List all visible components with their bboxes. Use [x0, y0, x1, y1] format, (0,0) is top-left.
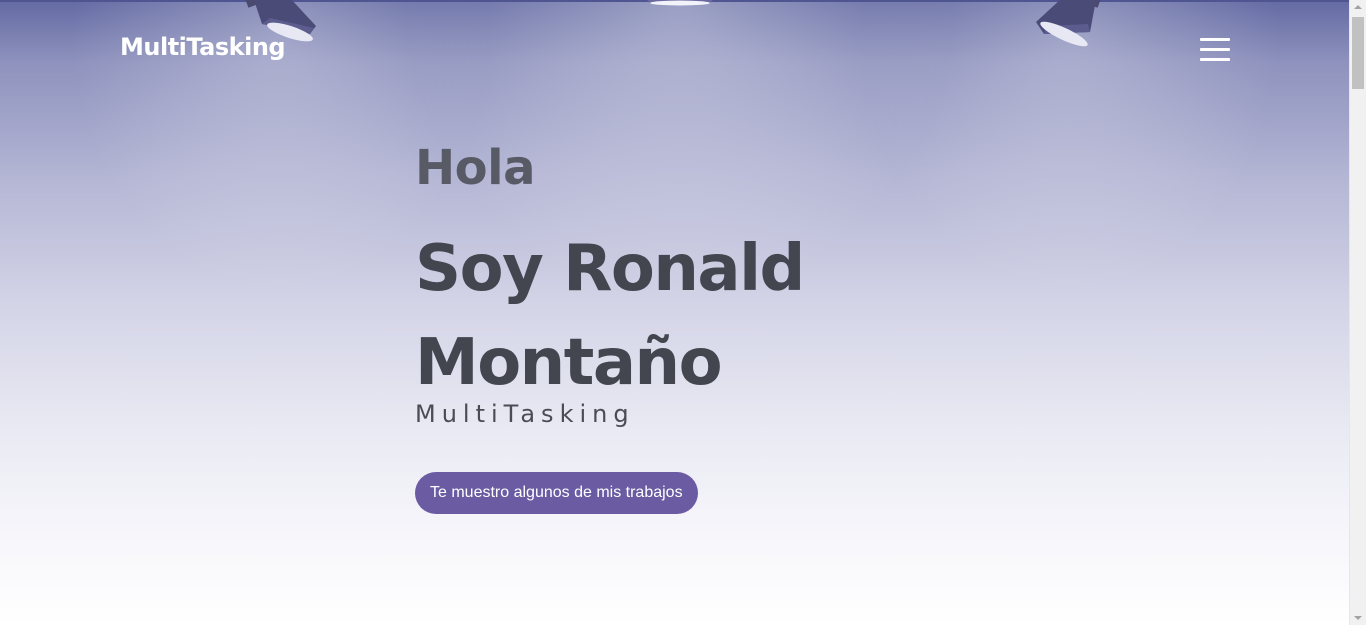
hero-subtitle: MultiTasking	[415, 400, 635, 428]
page: MultiTasking Hola Soy Ronald Montaño Mul…	[0, 0, 1366, 625]
menu-bar	[1200, 58, 1230, 61]
scroll-down-arrow-icon[interactable]	[1354, 616, 1362, 620]
menu-bar	[1200, 38, 1230, 41]
scrollbar-thumb[interactable]	[1352, 17, 1364, 89]
greeting-text: Hola	[415, 140, 536, 196]
hero-title: Soy Ronald Montaño	[415, 222, 935, 410]
spotlight-center-icon	[640, 0, 720, 14]
scroll-up-arrow-icon[interactable]	[1354, 5, 1362, 9]
hero-title-line-2: Montaño	[415, 326, 723, 400]
menu-bar	[1200, 48, 1230, 51]
show-work-button[interactable]: Te muestro algunos de mis trabajos	[415, 472, 698, 514]
spotlight-right-icon	[1030, 0, 1110, 61]
hero-section: MultiTasking Hola Soy Ronald Montaño Mul…	[0, 0, 1349, 625]
hamburger-menu-icon[interactable]	[1200, 38, 1230, 62]
vertical-scrollbar[interactable]	[1349, 0, 1366, 625]
hero-title-line-1: Soy Ronald	[415, 232, 805, 306]
brand-logo[interactable]: MultiTasking	[120, 33, 286, 61]
